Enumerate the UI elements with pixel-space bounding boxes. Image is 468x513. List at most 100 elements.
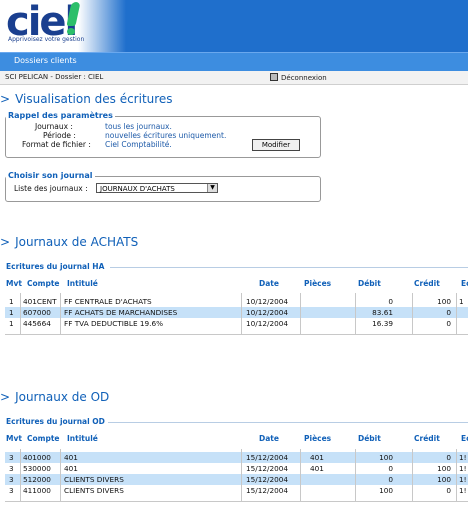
journal-select-value: JOURNAUX D'ACHATS xyxy=(100,185,175,193)
table-row[interactable]: 3 530000 401 15/12/2004 401 0 100 1! xyxy=(5,463,468,474)
breadcrumb-bar: SCI PELICAN - Dossier : CIEL Déconnexion xyxy=(0,71,468,85)
cell-date: 15/12/2004 xyxy=(246,475,289,484)
column-header-6: Crédit xyxy=(414,434,440,443)
column-divider xyxy=(20,293,21,334)
table-row[interactable]: 1 607000 FF ACHATS DE MARCHANDISES 10/12/20… xyxy=(5,307,468,318)
cell-credit: 0 xyxy=(446,453,451,462)
column-header-7: Ec xyxy=(461,279,468,288)
cell-ec: 1! xyxy=(459,464,467,473)
top-nav: Dossiers clients xyxy=(0,52,468,71)
chevron-right-icon: > xyxy=(0,390,11,404)
cell-ec: 1 xyxy=(459,297,464,306)
achats-subtitle-rule xyxy=(110,267,468,268)
cell-mvt: 3 xyxy=(9,464,14,473)
cell-pieces: 401 xyxy=(310,464,324,473)
param-label-periode: Période : xyxy=(43,131,76,140)
header-banner xyxy=(78,0,468,52)
cell-credit: 0 xyxy=(446,486,451,495)
table-row[interactable]: 1 401CENT FF CENTRALE D'ACHATS 10/12/2004 0 1… xyxy=(5,296,468,307)
od-subtitle-rule xyxy=(108,422,468,423)
cell-intitule: 401 xyxy=(64,453,78,462)
table-bottom-rule xyxy=(5,501,468,502)
cell-ec: 1! xyxy=(459,486,467,495)
column-divider xyxy=(60,449,61,501)
cell-ec: 1! xyxy=(459,453,467,462)
cell-credit: 0 xyxy=(446,319,451,328)
column-divider xyxy=(456,449,457,501)
table-row[interactable]: 3 411000 CLIENTS DIVERS 15/12/2004 100 0 1! xyxy=(5,485,468,496)
cell-intitule: CLIENTS DIVERS xyxy=(64,486,124,495)
logo-dot-icon xyxy=(67,28,75,35)
column-divider xyxy=(241,449,242,501)
cell-compte: 445664 xyxy=(23,319,51,328)
param-value-format: Ciel Comptabilité. xyxy=(105,140,172,149)
cell-mvt: 3 xyxy=(9,453,14,462)
column-header-0: Mvt xyxy=(6,434,22,443)
chevron-right-icon: > xyxy=(0,235,11,249)
column-divider xyxy=(412,449,413,501)
tab-dossiers-clients[interactable]: Dossiers clients xyxy=(14,56,77,65)
od-subtitle: Ecritures du journal OD xyxy=(6,417,105,426)
modify-button[interactable]: Modifier xyxy=(252,139,300,151)
column-header-3: Date xyxy=(259,279,279,288)
journal-select[interactable]: JOURNAUX D'ACHATS ▼ xyxy=(96,183,218,193)
cell-debit: 0 xyxy=(388,297,393,306)
column-divider xyxy=(355,449,356,501)
table-row[interactable]: 1 445664 FF TVA DEDUCTIBLE 19.6% 10/12/2004… xyxy=(5,318,468,329)
journal-select-label: Liste des journaux : xyxy=(14,184,88,193)
param-label-journaux: Journaux : xyxy=(35,122,73,131)
cell-date: 15/12/2004 xyxy=(246,486,289,495)
table-bottom-rule xyxy=(5,334,468,335)
achats-subtitle: Ecritures du journal HA xyxy=(6,262,105,271)
cell-debit: 83.61 xyxy=(372,308,393,317)
chevron-down-icon[interactable]: ▼ xyxy=(207,184,217,192)
table-row[interactable]: 3 401000 401 15/12/2004 401 100 0 1! xyxy=(5,452,468,463)
cell-mvt: 3 xyxy=(9,486,14,495)
cell-compte: 512000 xyxy=(23,475,51,484)
logout-label: Déconnexion xyxy=(281,74,327,82)
column-divider xyxy=(300,449,301,501)
cell-pieces: 401 xyxy=(310,453,324,462)
chevron-right-icon: > xyxy=(0,92,11,106)
breadcrumb: SCI PELICAN - Dossier : CIEL xyxy=(5,73,104,81)
cell-date: 15/12/2004 xyxy=(246,453,289,462)
cell-intitule: CLIENTS DIVERS xyxy=(64,475,124,484)
cell-debit: 0 xyxy=(388,475,393,484)
achats-title: > Journaux de ACHATS xyxy=(0,235,139,249)
logout-link[interactable]: Déconnexion xyxy=(270,73,327,82)
column-header-2: Intitulé xyxy=(67,279,98,288)
param-label-format: Format de fichier : xyxy=(22,140,91,149)
cell-intitule: 401 xyxy=(64,464,78,473)
column-header-4: Pièces xyxy=(304,279,332,288)
cell-debit: 0 xyxy=(388,464,393,473)
app-header: ciel Apprivoisez votre gestion xyxy=(0,0,468,52)
column-header-7: Ec xyxy=(461,434,468,443)
table-row[interactable]: 3 512000 CLIENTS DIVERS 15/12/2004 0 100 1! xyxy=(5,474,468,485)
cell-compte: 411000 xyxy=(23,486,51,495)
column-header-5: Débit xyxy=(358,279,381,288)
cell-compte: 401CENT xyxy=(23,297,57,306)
cell-date: 15/12/2004 xyxy=(246,464,289,473)
od-title: > Journaux de OD xyxy=(0,390,110,404)
cell-date: 10/12/2004 xyxy=(246,308,289,317)
column-header-3: Date xyxy=(259,434,279,443)
column-header-4: Pièces xyxy=(304,434,332,443)
column-header-2: Intitulé xyxy=(67,434,98,443)
param-value-periode: nouvelles écritures uniquement. xyxy=(105,131,227,140)
column-header-0: Mvt xyxy=(6,279,22,288)
column-header-5: Débit xyxy=(358,434,381,443)
column-divider xyxy=(456,293,457,334)
cell-intitule: FF TVA DEDUCTIBLE 19.6% xyxy=(64,319,164,328)
cell-intitule: FF CENTRALE D'ACHATS xyxy=(64,297,152,306)
cell-intitule: FF ACHATS DE MARCHANDISES xyxy=(64,308,178,317)
page-title: > Visualisation des écritures xyxy=(0,92,173,106)
logout-icon xyxy=(270,73,278,81)
journal-choice-title: Choisir son journal xyxy=(6,171,95,180)
column-divider xyxy=(241,293,242,334)
cell-compte: 401000 xyxy=(23,453,51,462)
column-divider xyxy=(300,293,301,334)
column-header-1: Compte xyxy=(27,279,60,288)
cell-debit: 16.39 xyxy=(372,319,393,328)
logo-tagline: Apprivoisez votre gestion xyxy=(8,36,85,43)
cell-debit: 100 xyxy=(379,453,393,462)
